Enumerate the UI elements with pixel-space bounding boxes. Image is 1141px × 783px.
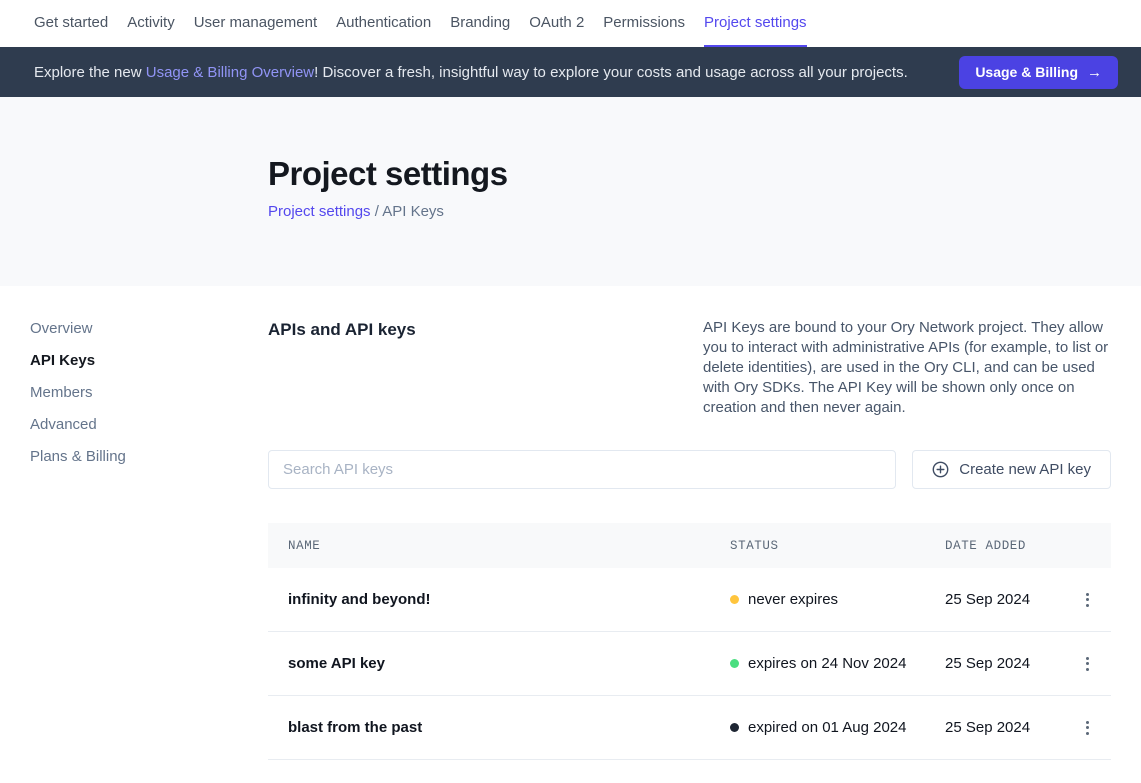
page-header: Project settings Project settings / API … [0,97,1141,286]
sidebar-item-api-keys[interactable]: API Keys [30,352,240,370]
row-actions-kebab-icon[interactable] [1075,716,1099,740]
sidebar-item-advanced[interactable]: Advanced [30,416,240,434]
column-header-name: NAME [288,539,730,553]
table-row: infinity and beyond! never expires 25 Se… [268,568,1111,632]
top-navigation: Get started Activity User management Aut… [0,0,1141,47]
api-key-status: expired on 01 Aug 2024 [730,719,945,736]
sidebar-item-overview[interactable]: Overview [30,320,240,338]
table-row: some API key expires on 24 Nov 2024 25 S… [268,632,1111,696]
breadcrumb-project-settings-link[interactable]: Project settings [268,203,371,220]
sidebar-item-plans-billing[interactable]: Plans & Billing [30,448,240,466]
status-dot-icon [730,595,739,604]
api-keys-panel: APIs and API keys API Keys are bound to … [268,318,1111,760]
page-title: Project settings [268,155,1141,193]
column-header-date-added: DATE ADDED [945,539,1075,553]
section-head: APIs and API keys API Keys are bound to … [268,318,1111,418]
api-key-date-added: 25 Sep 2024 [945,719,1075,736]
tab-oauth2[interactable]: OAuth 2 [529,0,584,47]
tab-permissions[interactable]: Permissions [603,0,685,47]
status-label: expired on 01 Aug 2024 [748,719,906,736]
breadcrumb: Project settings / API Keys [268,203,1141,220]
announcement-banner: Explore the new Usage & Billing Overview… [0,47,1141,97]
status-label: never expires [748,591,838,608]
banner-text-suffix: ! Discover a fresh, insightful way to ex… [314,64,908,81]
content-area: Overview API Keys Members Advanced Plans… [0,286,1141,783]
plus-circle-icon [932,461,949,478]
status-label: expires on 24 Nov 2024 [748,655,906,672]
api-keys-table: NAME STATUS DATE ADDED infinity and beyo… [268,523,1111,760]
tab-activity[interactable]: Activity [127,0,175,47]
banner-text-prefix: Explore the new [34,64,146,81]
api-key-date-added: 25 Sep 2024 [945,591,1075,608]
arrow-right-icon: → [1087,64,1102,81]
tab-get-started[interactable]: Get started [34,0,108,47]
usage-billing-overview-link[interactable]: Usage & Billing Overview [146,64,314,81]
tab-user-management[interactable]: User management [194,0,317,47]
api-key-name: blast from the past [288,719,730,736]
row-actions-kebab-icon[interactable] [1075,588,1099,612]
usage-billing-button-label: Usage & Billing [975,64,1078,80]
status-dot-icon [730,723,739,732]
table-row: blast from the past expired on 01 Aug 20… [268,696,1111,760]
usage-billing-button[interactable]: Usage & Billing → [959,56,1118,89]
breadcrumb-separator: / [371,203,383,220]
sidebar-item-members[interactable]: Members [30,384,240,402]
api-key-status: never expires [730,591,945,608]
search-input[interactable] [268,450,896,489]
api-keys-toolbar: Create new API key [268,450,1111,489]
create-api-key-button[interactable]: Create new API key [912,450,1111,489]
api-key-date-added: 25 Sep 2024 [945,655,1075,672]
tab-project-settings[interactable]: Project settings [704,0,807,47]
column-header-status: STATUS [730,539,945,553]
table-header-row: NAME STATUS DATE ADDED [268,523,1111,568]
status-dot-icon [730,659,739,668]
api-key-name: some API key [288,655,730,672]
section-title: APIs and API keys [268,318,416,340]
tab-branding[interactable]: Branding [450,0,510,47]
settings-sidebar: Overview API Keys Members Advanced Plans… [30,320,240,480]
banner-message: Explore the new Usage & Billing Overview… [34,64,959,81]
breadcrumb-current: API Keys [382,203,444,220]
row-actions-kebab-icon[interactable] [1075,652,1099,676]
tab-authentication[interactable]: Authentication [336,0,431,47]
api-key-name: infinity and beyond! [288,591,730,608]
api-key-status: expires on 24 Nov 2024 [730,655,945,672]
section-description: API Keys are bound to your Ory Network p… [703,318,1111,418]
create-api-key-button-label: Create new API key [959,461,1091,478]
